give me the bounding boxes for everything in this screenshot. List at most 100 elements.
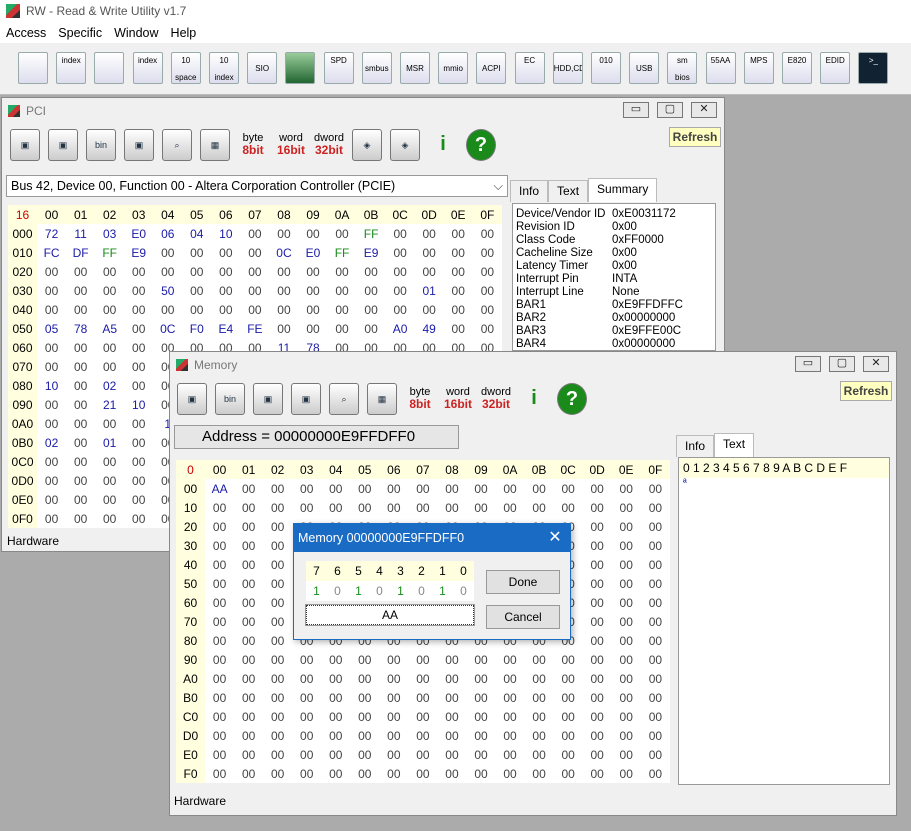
byte-cell[interactable]: 00 bbox=[263, 574, 292, 593]
byte-cell[interactable]: 00 bbox=[415, 262, 444, 281]
byte-cell[interactable]: 00 bbox=[641, 517, 670, 536]
toolbar-memory-button[interactable] bbox=[94, 52, 125, 84]
byte-cell[interactable]: 00 bbox=[641, 631, 670, 650]
byte-cell[interactable]: 00 bbox=[496, 688, 525, 707]
toolbar-io-index-button[interactable]: 10 index bbox=[209, 52, 239, 84]
byte-cell[interactable]: 00 bbox=[641, 479, 670, 498]
byte-cell[interactable]: 00 bbox=[612, 650, 641, 669]
byte-cell[interactable]: 00 bbox=[269, 281, 298, 300]
byte-cell[interactable]: 00 bbox=[386, 224, 415, 243]
toolbar-io-space-button[interactable]: 10 space bbox=[170, 52, 201, 84]
byte-cell[interactable]: 00 bbox=[321, 726, 350, 745]
byte-cell[interactable]: 00 bbox=[292, 764, 321, 783]
byte-cell[interactable]: FC bbox=[37, 243, 66, 262]
byte-cell[interactable]: 00 bbox=[350, 498, 379, 517]
byte-cell[interactable]: 00 bbox=[124, 452, 153, 471]
byte-cell[interactable]: 00 bbox=[496, 650, 525, 669]
byte-cell[interactable]: 00 bbox=[525, 650, 554, 669]
byte-cell[interactable]: 00 bbox=[554, 764, 583, 783]
byte-cell[interactable]: 00 bbox=[263, 726, 292, 745]
address-label[interactable]: Address = 00000000E9FFDFF0 bbox=[174, 425, 459, 449]
byte-cell[interactable]: 00 bbox=[240, 281, 269, 300]
byte-cell[interactable]: 00 bbox=[583, 593, 612, 612]
byte-cell[interactable]: 05 bbox=[37, 319, 66, 338]
byte-cell[interactable]: 00 bbox=[554, 498, 583, 517]
word-size-button[interactable]: word 16bit bbox=[443, 383, 473, 415]
byte-cell[interactable]: 02 bbox=[37, 433, 66, 452]
byte-cell[interactable]: 00 bbox=[211, 262, 240, 281]
byte-cell[interactable]: 00 bbox=[612, 593, 641, 612]
byte-cell[interactable]: 00 bbox=[321, 479, 350, 498]
byte-cell[interactable]: 00 bbox=[583, 517, 612, 536]
byte-cell[interactable]: A0 bbox=[386, 319, 415, 338]
byte-cell[interactable]: 00 bbox=[37, 338, 66, 357]
cancel-button[interactable]: Cancel bbox=[486, 605, 560, 629]
byte-cell[interactable]: 00 bbox=[641, 764, 670, 783]
byte-cell[interactable]: 11 bbox=[66, 224, 95, 243]
byte-cell[interactable]: 00 bbox=[95, 490, 124, 509]
byte-cell[interactable]: 00 bbox=[328, 281, 357, 300]
byte-cell[interactable]: 00 bbox=[263, 650, 292, 669]
byte-cell[interactable]: 00 bbox=[415, 300, 444, 319]
byte-cell[interactable]: 00 bbox=[554, 726, 583, 745]
byte-cell[interactable]: 00 bbox=[386, 281, 415, 300]
table-view-icon[interactable]: ▦ bbox=[200, 129, 230, 161]
byte-cell[interactable]: 00 bbox=[37, 509, 66, 528]
byte-cell[interactable]: 00 bbox=[37, 281, 66, 300]
byte-cell[interactable]: 04 bbox=[182, 224, 211, 243]
byte-cell[interactable]: AA bbox=[205, 479, 234, 498]
bit-value[interactable]: 1 bbox=[348, 581, 369, 601]
byte-cell[interactable]: 00 bbox=[234, 726, 263, 745]
byte-cell[interactable]: 00 bbox=[612, 517, 641, 536]
byte-cell[interactable]: 00 bbox=[66, 357, 95, 376]
byte-cell[interactable]: 00 bbox=[554, 650, 583, 669]
byte-cell[interactable]: 00 bbox=[37, 490, 66, 509]
load-icon[interactable]: ▣ bbox=[253, 383, 283, 415]
byte-cell[interactable]: 00 bbox=[205, 536, 234, 555]
bit-value[interactable]: 0 bbox=[453, 581, 474, 601]
bit-value[interactable]: 0 bbox=[369, 581, 390, 601]
dword-size-button[interactable]: dword 32bit bbox=[481, 383, 511, 415]
byte-cell[interactable]: 00 bbox=[66, 490, 95, 509]
close-button[interactable]: ✕ bbox=[691, 102, 717, 118]
byte-cell[interactable]: 00 bbox=[641, 745, 670, 764]
bit-value[interactable]: 0 bbox=[411, 581, 432, 601]
byte-cell[interactable]: 00 bbox=[408, 745, 437, 764]
byte-cell[interactable]: 00 bbox=[95, 281, 124, 300]
byte-cell[interactable]: 00 bbox=[379, 688, 408, 707]
byte-cell[interactable]: 00 bbox=[298, 262, 327, 281]
byte-cell[interactable]: 00 bbox=[292, 669, 321, 688]
byte-cell[interactable]: 00 bbox=[525, 745, 554, 764]
find-icon[interactable]: ⌕ bbox=[162, 129, 192, 161]
byte-cell[interactable]: 00 bbox=[153, 243, 182, 262]
byte-cell[interactable]: 00 bbox=[292, 688, 321, 707]
toolbar-e820-button[interactable]: E820 bbox=[782, 52, 812, 84]
byte-cell[interactable]: 00 bbox=[612, 631, 641, 650]
byte-cell[interactable]: 00 bbox=[124, 338, 153, 357]
byte-cell[interactable]: 00 bbox=[234, 764, 263, 783]
byte-cell[interactable]: 00 bbox=[95, 357, 124, 376]
byte-cell[interactable]: 00 bbox=[292, 498, 321, 517]
byte-cell[interactable]: 00 bbox=[205, 688, 234, 707]
byte-cell[interactable]: 00 bbox=[386, 243, 415, 262]
byte-cell[interactable]: 00 bbox=[95, 471, 124, 490]
byte-cell[interactable]: 00 bbox=[66, 452, 95, 471]
byte-cell[interactable]: 00 bbox=[444, 224, 473, 243]
byte-cell[interactable]: 00 bbox=[269, 319, 298, 338]
byte-cell[interactable]: 00 bbox=[408, 650, 437, 669]
byte-cell[interactable]: 00 bbox=[234, 688, 263, 707]
byte-cell[interactable]: 00 bbox=[357, 319, 386, 338]
byte-cell[interactable]: 00 bbox=[205, 669, 234, 688]
byte-cell[interactable]: 00 bbox=[583, 479, 612, 498]
toolbar-smbus-button[interactable]: smbus bbox=[361, 52, 392, 84]
byte-cell[interactable]: 00 bbox=[153, 262, 182, 281]
close-button[interactable]: ✕ bbox=[863, 356, 889, 372]
device-select[interactable]: Bus 42, Device 00, Function 00 - Altera … bbox=[6, 175, 508, 197]
byte-cell[interactable]: 00 bbox=[205, 574, 234, 593]
byte-cell[interactable]: 00 bbox=[182, 281, 211, 300]
byte-cell[interactable]: 00 bbox=[496, 669, 525, 688]
byte-cell[interactable]: 00 bbox=[350, 707, 379, 726]
byte-cell[interactable]: 00 bbox=[496, 745, 525, 764]
byte-cell[interactable]: 00 bbox=[124, 300, 153, 319]
tab-text[interactable]: Text bbox=[548, 180, 589, 202]
